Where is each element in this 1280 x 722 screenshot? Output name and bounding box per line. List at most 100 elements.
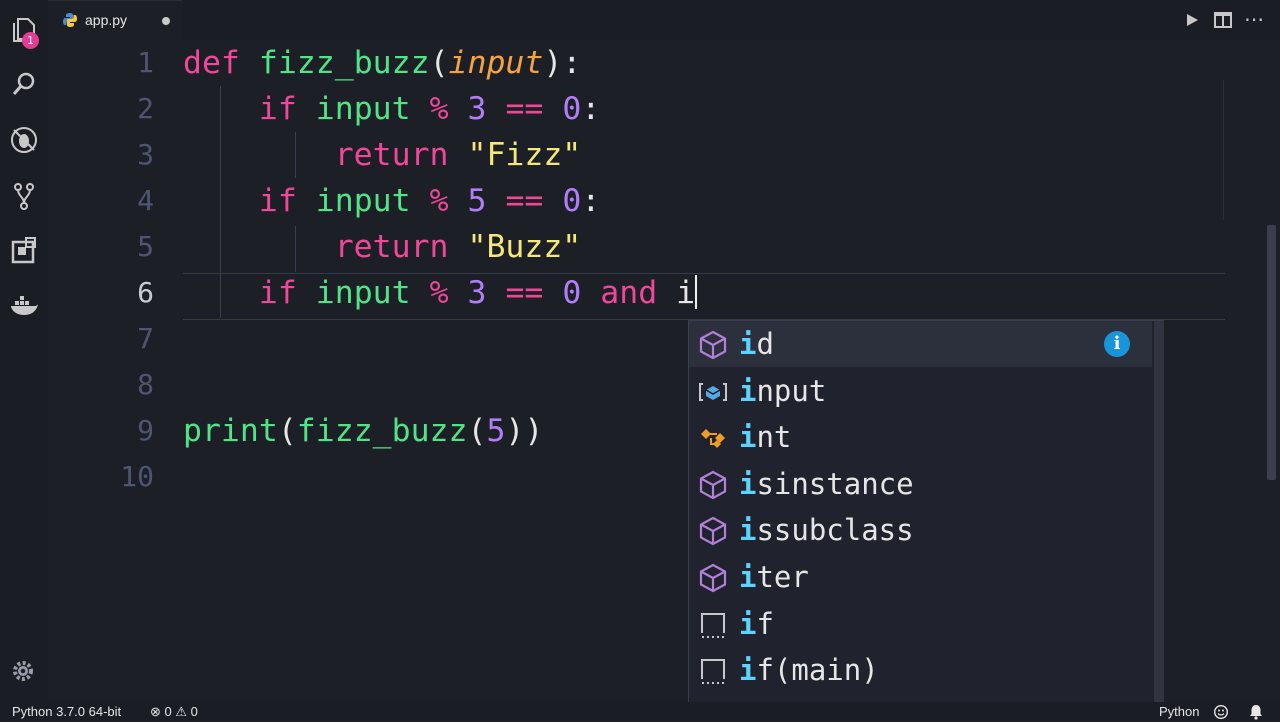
code-token: i — [676, 275, 696, 311]
problems-indicator[interactable]: ⊗ 0 ⚠ 0 — [150, 702, 198, 722]
language-mode[interactable]: Python — [1159, 702, 1199, 722]
suggestion-scrollbar[interactable] — [1154, 321, 1164, 720]
code-token: fizz_buzz — [258, 45, 430, 81]
suggestion-match: i — [739, 420, 757, 455]
code-line[interactable]: 1 def fizz_buzz(input): — [48, 40, 1228, 86]
gear-icon[interactable] — [10, 658, 36, 684]
code-token: input — [315, 275, 411, 311]
code-token: % — [429, 91, 449, 127]
info-icon[interactable]: i — [1104, 331, 1130, 357]
suggestion-match: i — [739, 513, 757, 548]
suggestion-rest: nt — [756, 420, 792, 455]
suggestion-rest: d — [756, 327, 774, 361]
line-number: 6 — [137, 276, 154, 309]
suggestion-item[interactable]: id i — [689, 321, 1152, 367]
code-token: == — [505, 275, 544, 311]
code-text: def fizz_buzz(input): — [183, 40, 581, 86]
code-token: 5 — [486, 413, 506, 449]
code-token: "Buzz" — [467, 229, 582, 265]
suggestion-item[interactable]: issubclass — [689, 507, 1152, 553]
code-token: ( — [467, 413, 487, 449]
code-token: 3 — [467, 91, 487, 127]
run-icon[interactable] — [1184, 12, 1200, 28]
status-bar: Python 3.7.0 64-bit ⊗ 0 ⚠ 0 Python — [0, 702, 1280, 720]
suggestion-rest: f(main) — [756, 653, 879, 688]
text-cursor — [695, 275, 698, 309]
code-token: ( — [277, 413, 297, 449]
code-token: == — [505, 91, 544, 127]
snippet-icon — [697, 609, 729, 641]
code-token: : — [581, 91, 601, 127]
tab-label: app.py — [85, 12, 128, 28]
suggestion-item[interactable]: if(main) — [689, 647, 1152, 693]
suggestion-item[interactable]: input — [689, 368, 1152, 414]
code-line[interactable]: 3 return "Fizz" — [48, 132, 1228, 178]
suggestion-match: i — [739, 373, 757, 408]
line-number: 5 — [137, 230, 154, 263]
split-editor-icon[interactable] — [1214, 12, 1232, 28]
notifications-bell-icon[interactable] — [1249, 704, 1263, 720]
more-actions-icon[interactable]: ⋯ — [1242, 8, 1266, 30]
suggestion-label: int — [739, 414, 791, 460]
code-token: ( — [429, 45, 449, 81]
code-line[interactable]: 6 if input % 3 == 0 and i — [48, 270, 1228, 316]
suggestion-rest: f — [756, 606, 774, 641]
code-token: % — [429, 183, 449, 219]
line-number: 2 — [137, 92, 154, 125]
explorer-badge: 1 — [22, 32, 39, 49]
suggestion-item[interactable]: iter — [689, 554, 1152, 600]
code-text: return "Buzz" — [183, 224, 582, 270]
line-number: 9 — [137, 414, 154, 447]
search-icon[interactable] — [8, 68, 40, 100]
feedback-smiley-icon[interactable] — [1214, 705, 1228, 719]
code-token: input — [448, 45, 544, 81]
code-text: if input % 5 == 0: — [183, 178, 600, 224]
python-interpreter[interactable]: Python 3.7.0 64-bit — [12, 702, 121, 722]
code-line[interactable]: 5 return "Buzz" — [48, 224, 1228, 270]
cube-icon — [697, 329, 729, 361]
code-token: 0 — [562, 183, 582, 219]
extensions-icon[interactable] — [8, 234, 40, 266]
suggestion-item[interactable]: if — [689, 601, 1152, 647]
tab-app-py[interactable]: app.py — [48, 0, 182, 40]
vertical-scrollbar[interactable] — [1267, 225, 1276, 480]
warning-count: 0 — [190, 704, 198, 719]
code-token: )) — [505, 413, 544, 449]
source-control-icon[interactable] — [8, 180, 40, 212]
code-token: "Fizz" — [467, 137, 582, 173]
docker-icon[interactable] — [8, 290, 40, 322]
code-token: input — [315, 91, 411, 127]
suggestion-rest: sinstance — [756, 466, 914, 501]
code-token: def — [183, 45, 240, 81]
suggestion-item[interactable]: isinstance — [689, 461, 1152, 507]
python-file-icon — [63, 13, 77, 27]
code-line[interactable]: 2 if input % 3 == 0: — [48, 86, 1228, 132]
suggestion-label: iter — [739, 554, 809, 600]
code-line[interactable]: 4 if input % 5 == 0: — [48, 178, 1228, 224]
code-text: if input % 3 == 0: — [183, 86, 600, 132]
modified-dot-icon[interactable] — [162, 17, 170, 25]
debug-icon[interactable] — [8, 124, 40, 156]
suggestion-item[interactable]: int — [689, 414, 1152, 460]
code-token: ): — [543, 45, 582, 81]
line-number: 8 — [137, 368, 154, 401]
suggestion-match: i — [739, 466, 757, 501]
code-token: and — [600, 275, 658, 311]
line-number: 7 — [137, 322, 154, 355]
code-token: if — [258, 91, 297, 127]
suggestion-label: isinstance — [739, 461, 914, 507]
code-token: 0 — [562, 91, 582, 127]
